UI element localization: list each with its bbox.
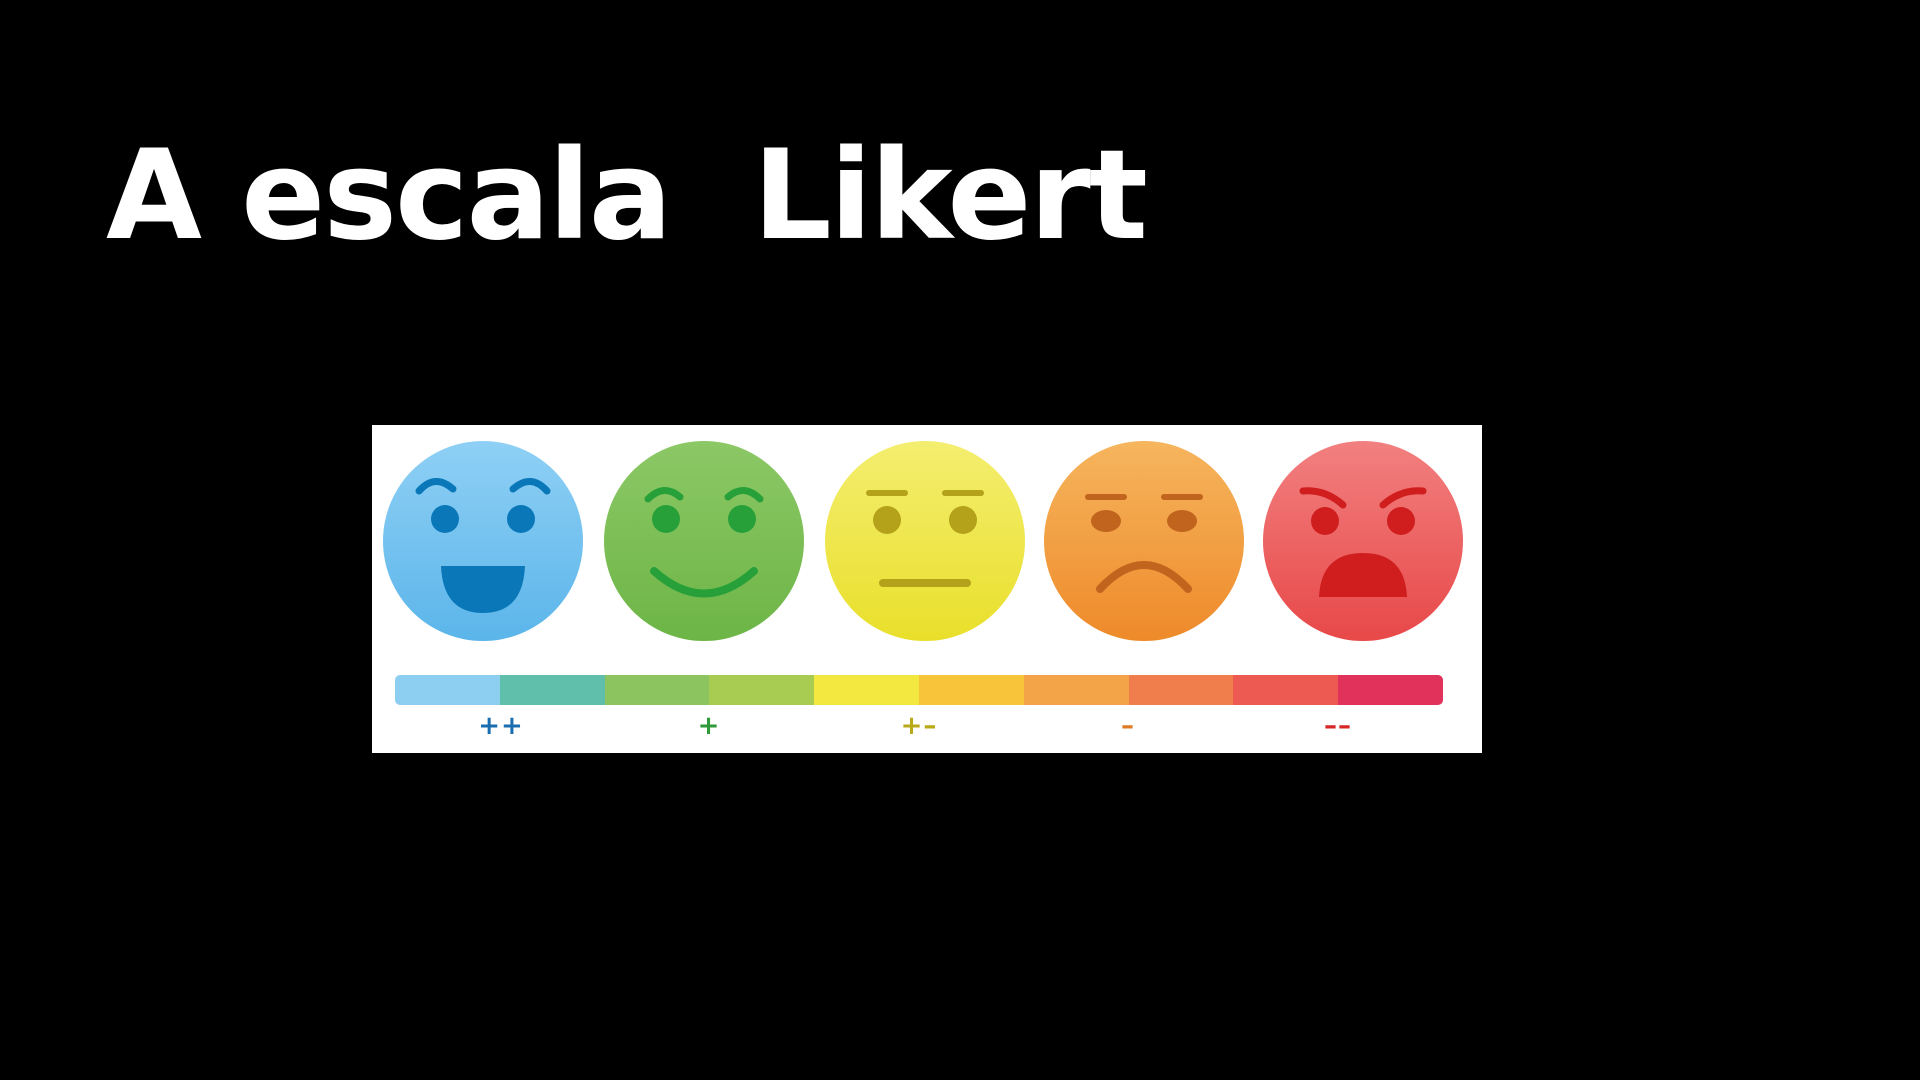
- very-happy-face-icon: [383, 441, 583, 641]
- neutral-face-icon: [825, 441, 1025, 641]
- bar-segment: [814, 675, 919, 705]
- angry-face-icon: [1263, 441, 1463, 641]
- bar-segment: [1338, 675, 1443, 705]
- eye: [652, 505, 680, 533]
- bar-segment: [1233, 675, 1339, 705]
- eye: [507, 505, 535, 533]
- face-circle: [604, 441, 804, 641]
- color-gradient-bar: [395, 675, 1443, 705]
- slide: A escala Likert ++ + +– – ––: [0, 0, 1920, 1080]
- likert-scale-image: ++ + +– – ––: [372, 425, 1482, 753]
- eye: [1311, 507, 1339, 535]
- scale-label-very-negative: ––: [1324, 711, 1352, 741]
- eye: [431, 505, 459, 533]
- eye: [949, 506, 977, 534]
- scale-label-positive: +: [697, 711, 721, 741]
- scale-label-negative: –: [1121, 711, 1135, 741]
- bar-segment: [709, 675, 815, 705]
- face-circle: [825, 441, 1025, 641]
- bar-segment: [918, 675, 1024, 705]
- bar-segment: [1023, 675, 1129, 705]
- slide-title: A escala Likert: [106, 124, 1148, 268]
- eye: [1387, 507, 1415, 535]
- face-circle: [1263, 441, 1463, 641]
- eye: [1167, 510, 1197, 532]
- sad-face-icon: [1044, 441, 1244, 641]
- eye: [1091, 510, 1121, 532]
- scale-label-neutral: +–: [900, 711, 938, 741]
- bar-segment: [1128, 675, 1234, 705]
- bar-segment: [499, 675, 605, 705]
- eye: [728, 505, 756, 533]
- face-circle: [1044, 441, 1244, 641]
- scale-label-very-positive: ++: [478, 711, 524, 741]
- bar-segment: [604, 675, 710, 705]
- eye: [873, 506, 901, 534]
- happy-face-icon: [604, 441, 804, 641]
- bar-segment: [395, 675, 500, 705]
